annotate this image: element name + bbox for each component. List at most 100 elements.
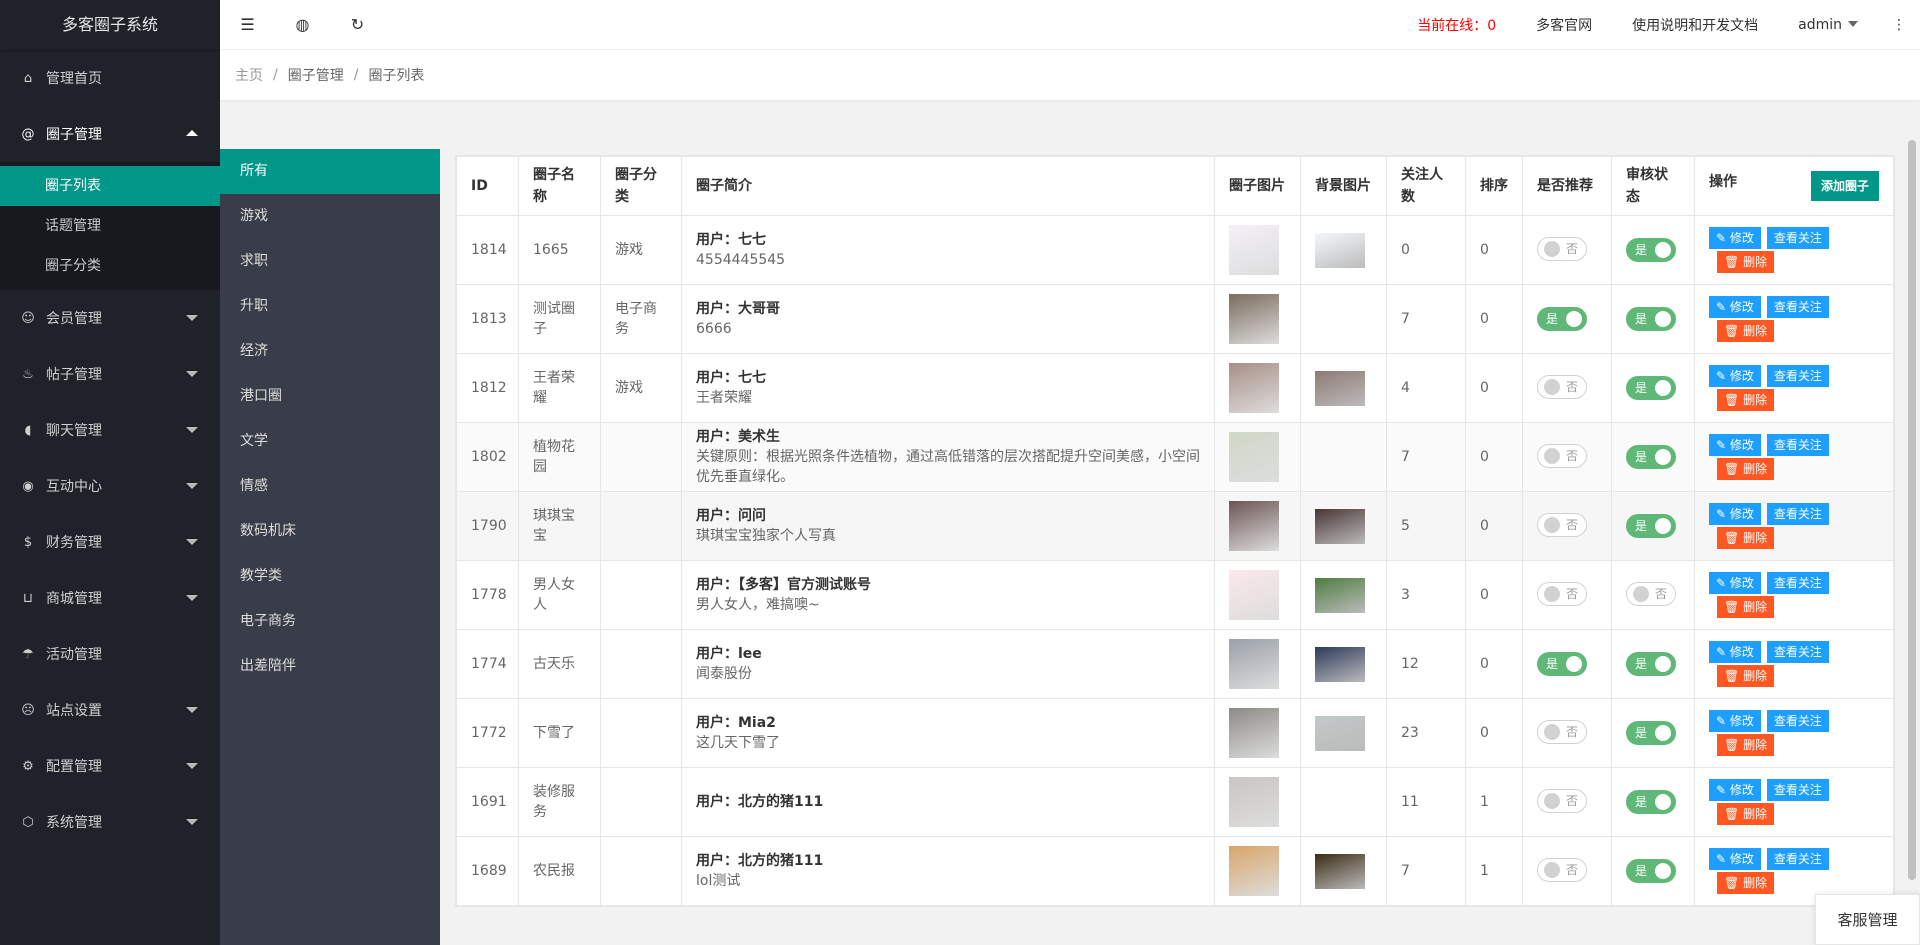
delete-button[interactable]: 🗑 删除: [1717, 734, 1775, 756]
breadcrumb-circle-manage[interactable]: 圈子管理: [288, 65, 344, 85]
category-item[interactable]: 升职: [220, 284, 440, 329]
delete-button[interactable]: 🗑 删除: [1717, 803, 1775, 825]
category-item[interactable]: 出差陪伴: [220, 644, 440, 689]
view-followers-button[interactable]: 查看关注: [1766, 710, 1829, 732]
collapse-menu-icon[interactable]: ☰: [220, 15, 275, 34]
recommend-toggle[interactable]: 否: [1537, 513, 1587, 537]
view-followers-button[interactable]: 查看关注: [1766, 365, 1829, 387]
recommend-toggle[interactable]: 否: [1537, 444, 1587, 468]
background-image[interactable]: [1315, 715, 1365, 751]
category-item[interactable]: 港口圈: [220, 374, 440, 419]
edit-button[interactable]: ✎ 修改: [1709, 572, 1761, 594]
recommend-toggle[interactable]: 否: [1537, 375, 1587, 399]
delete-button[interactable]: 🗑 删除: [1717, 458, 1775, 480]
audit-toggle[interactable]: 是: [1626, 514, 1677, 538]
edit-button[interactable]: ✎ 修改: [1709, 641, 1761, 663]
delete-button[interactable]: 🗑 删除: [1717, 872, 1775, 894]
sidebar-item-4[interactable]: ◖ 聊天管理: [0, 402, 220, 458]
sidebar-item-5[interactable]: ◉ 互动中心: [0, 458, 220, 514]
delete-button[interactable]: 🗑 删除: [1717, 596, 1775, 618]
sidebar-subitem-2[interactable]: 圈子分类: [0, 246, 220, 286]
circle-image[interactable]: [1229, 294, 1279, 344]
add-circle-button[interactable]: 添加圈子: [1810, 171, 1879, 201]
circle-image[interactable]: [1229, 777, 1279, 827]
circle-image[interactable]: [1229, 363, 1279, 413]
recommend-toggle[interactable]: 否: [1537, 237, 1587, 261]
view-followers-button[interactable]: 查看关注: [1766, 434, 1829, 456]
circle-image[interactable]: [1229, 225, 1279, 275]
audit-toggle[interactable]: 否: [1626, 582, 1676, 606]
view-followers-button[interactable]: 查看关注: [1766, 779, 1829, 801]
user-menu[interactable]: admin: [1778, 17, 1878, 33]
sidebar-item-0[interactable]: ⌂ 管理首页: [0, 50, 220, 106]
audit-toggle[interactable]: 是: [1626, 652, 1677, 676]
category-item[interactable]: 教学类: [220, 554, 440, 599]
audit-toggle[interactable]: 是: [1626, 445, 1677, 469]
official-site-link[interactable]: 多客官网: [1516, 15, 1612, 35]
category-item[interactable]: 情感: [220, 464, 440, 509]
view-followers-button[interactable]: 查看关注: [1766, 227, 1829, 249]
sidebar-item-7[interactable]: ⊔ 商城管理: [0, 570, 220, 626]
delete-button[interactable]: 🗑 删除: [1717, 320, 1775, 342]
edit-button[interactable]: ✎ 修改: [1709, 503, 1761, 525]
audit-toggle[interactable]: 是: [1626, 790, 1677, 814]
background-image[interactable]: [1315, 577, 1365, 613]
sidebar-subitem-0[interactable]: 圈子列表: [0, 166, 220, 206]
delete-button[interactable]: 🗑 删除: [1717, 665, 1775, 687]
edit-button[interactable]: ✎ 修改: [1709, 779, 1761, 801]
sidebar-item-8[interactable]: ☂ 活动管理: [0, 626, 220, 682]
circle-image[interactable]: [1229, 570, 1279, 620]
sidebar-item-1[interactable]: @ 圈子管理: [0, 106, 220, 162]
category-item[interactable]: 游戏: [220, 194, 440, 239]
edit-button[interactable]: ✎ 修改: [1709, 710, 1761, 732]
view-followers-button[interactable]: 查看关注: [1766, 572, 1829, 594]
audit-toggle[interactable]: 是: [1626, 238, 1677, 262]
recommend-toggle[interactable]: 是: [1537, 652, 1588, 676]
view-followers-button[interactable]: 查看关注: [1766, 641, 1829, 663]
more-menu-icon[interactable]: ⋮: [1878, 17, 1920, 33]
circle-image[interactable]: [1229, 639, 1279, 689]
sidebar-item-9[interactable]: ☹ 站点设置: [0, 682, 220, 738]
circle-image[interactable]: [1229, 432, 1279, 482]
circle-image[interactable]: [1229, 501, 1279, 551]
audit-toggle[interactable]: 是: [1626, 376, 1677, 400]
refresh-icon[interactable]: ↻: [330, 15, 385, 34]
category-item[interactable]: 电子商务: [220, 599, 440, 644]
breadcrumb-home[interactable]: 主页: [235, 65, 263, 85]
sidebar-item-6[interactable]: $ 财务管理: [0, 514, 220, 570]
edit-button[interactable]: ✎ 修改: [1709, 227, 1761, 249]
category-item[interactable]: 文学: [220, 419, 440, 464]
delete-button[interactable]: 🗑 删除: [1717, 251, 1775, 273]
edit-button[interactable]: ✎ 修改: [1709, 848, 1761, 870]
globe-icon[interactable]: ◍: [275, 15, 330, 34]
category-item[interactable]: 所有: [220, 149, 440, 194]
background-image[interactable]: [1315, 853, 1365, 889]
view-followers-button[interactable]: 查看关注: [1766, 296, 1829, 318]
customer-service-button[interactable]: 客服管理: [1815, 894, 1920, 945]
audit-toggle[interactable]: 是: [1626, 307, 1677, 331]
edit-button[interactable]: ✎ 修改: [1709, 365, 1761, 387]
docs-link[interactable]: 使用说明和开发文档: [1612, 15, 1778, 35]
circle-image[interactable]: [1229, 708, 1279, 758]
category-item[interactable]: 求职: [220, 239, 440, 284]
recommend-toggle[interactable]: 否: [1537, 858, 1587, 882]
background-image[interactable]: [1315, 646, 1365, 682]
delete-button[interactable]: 🗑 删除: [1717, 527, 1775, 549]
delete-button[interactable]: 🗑 删除: [1717, 389, 1775, 411]
sidebar-item-10[interactable]: ⚙ 配置管理: [0, 738, 220, 794]
recommend-toggle[interactable]: 否: [1537, 582, 1587, 606]
sidebar-subitem-1[interactable]: 话题管理: [0, 206, 220, 246]
view-followers-button[interactable]: 查看关注: [1766, 503, 1829, 525]
recommend-toggle[interactable]: 否: [1537, 789, 1587, 813]
background-image[interactable]: [1315, 232, 1365, 268]
category-item[interactable]: 数码机床: [220, 509, 440, 554]
background-image[interactable]: [1315, 508, 1365, 544]
edit-button[interactable]: ✎ 修改: [1709, 434, 1761, 456]
audit-toggle[interactable]: 是: [1626, 721, 1677, 745]
view-followers-button[interactable]: 查看关注: [1766, 848, 1829, 870]
scrollbar[interactable]: [1908, 140, 1916, 880]
audit-toggle[interactable]: 是: [1626, 859, 1677, 883]
sidebar-item-11[interactable]: ⬡ 系统管理: [0, 794, 220, 850]
recommend-toggle[interactable]: 是: [1537, 307, 1588, 331]
edit-button[interactable]: ✎ 修改: [1709, 296, 1761, 318]
